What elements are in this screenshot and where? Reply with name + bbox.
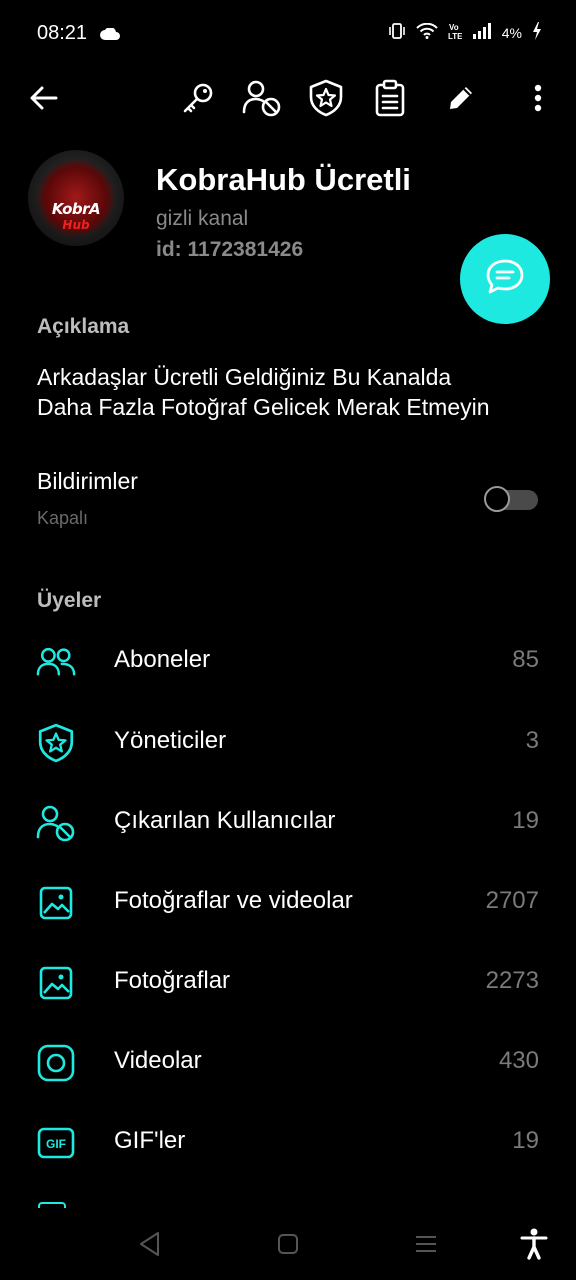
- back-triangle-icon[interactable]: [134, 1228, 166, 1260]
- list-item-count: 2707: [485, 887, 539, 914]
- battery-charging-icon: [532, 22, 542, 43]
- toggle-knob: [484, 486, 510, 512]
- list-item-label: Çıkarılan Kullanıcılar: [114, 807, 336, 834]
- chat-fab-button[interactable]: [460, 234, 550, 324]
- status-right-group: Vo LTE 4%: [388, 22, 542, 43]
- status-time: 08:21: [37, 22, 88, 44]
- image-icon: [36, 883, 76, 923]
- user-block-icon[interactable]: [242, 78, 282, 118]
- list-item-gifs[interactable]: GIF GIF'ler 19: [0, 1101, 576, 1181]
- cloud-icon: [100, 27, 120, 45]
- members-header: Üyeler: [37, 589, 102, 612]
- list-item-admins[interactable]: Yöneticiler 3: [0, 701, 576, 781]
- description-line-1: Arkadaşlar Ücretli Geldiğiniz Bu Kanalda: [37, 364, 452, 390]
- list-item-count: 3: [525, 727, 539, 754]
- list-item-count: 430: [498, 1047, 539, 1074]
- status-bar: 08:21 Vo LTE 4%: [0, 0, 576, 70]
- list-item-photos-videos[interactable]: Fotoğraflar ve videolar 2707: [0, 861, 576, 941]
- list-item-count: 2273: [485, 967, 539, 994]
- users-icon: [36, 642, 76, 682]
- shield-star-icon[interactable]: [306, 78, 346, 118]
- list-item-videos[interactable]: Videolar 430: [0, 1021, 576, 1101]
- list-item-label: Aboneler: [114, 646, 211, 673]
- vibrate-icon: [388, 22, 406, 43]
- description-line-2: Daha Fazla Fotoğraf Gelicek Merak Etmeyi…: [37, 394, 490, 420]
- list-item-subscribers[interactable]: Aboneler 85: [0, 620, 576, 700]
- notifications-label[interactable]: Bildirimler: [37, 468, 138, 495]
- signal-icon: [472, 23, 492, 42]
- pencil-icon[interactable]: [441, 78, 481, 118]
- more-vertical-icon[interactable]: [518, 78, 558, 118]
- recents-menu-icon[interactable]: [410, 1228, 442, 1260]
- list-item-photos[interactable]: Fotoğraflar 2273: [0, 941, 576, 1021]
- list-item-removed-users[interactable]: Çıkarılan Kullanıcılar 19: [0, 781, 576, 861]
- channel-name: KobraHub Ücretli: [156, 162, 411, 197]
- chat-icon: [485, 258, 525, 301]
- shield-star-icon: [36, 723, 76, 763]
- avatar-logo-text: KobrA: [51, 200, 101, 218]
- wifi-icon: [416, 22, 438, 42]
- user-block-icon: [36, 803, 76, 843]
- notifications-status: Kapalı: [37, 508, 89, 528]
- video-circle-icon: [36, 1043, 76, 1083]
- list-item-label: Fotoğraflar: [114, 967, 231, 994]
- list-item-label: GIF'ler: [114, 1127, 186, 1154]
- volte-icon: Vo LTE: [448, 22, 463, 43]
- clipboard-icon[interactable]: [370, 78, 410, 118]
- home-square-icon[interactable]: [272, 1228, 304, 1260]
- channel-avatar[interactable]: KobrA Hub: [28, 150, 124, 246]
- list-item-label: Fotoğraflar ve videolar: [114, 887, 353, 914]
- top-toolbar: [0, 70, 576, 124]
- key-icon[interactable]: [178, 78, 218, 118]
- list-item-count: 85: [512, 646, 539, 673]
- list-item-count: 19: [512, 807, 539, 834]
- image-icon: [36, 963, 76, 1003]
- svg-text:Vo: Vo: [449, 23, 459, 32]
- accessibility-icon[interactable]: [518, 1228, 550, 1260]
- channel-id: id: 1172381426: [156, 238, 304, 261]
- list-item-label: Yöneticiler: [114, 727, 227, 754]
- channel-type: gizli kanal: [156, 207, 249, 230]
- list-item-label: Videolar: [114, 1047, 202, 1074]
- svg-text:LTE: LTE: [448, 32, 462, 40]
- system-nav-bar: [0, 1208, 576, 1280]
- notifications-toggle[interactable]: [484, 486, 538, 512]
- description-text: Arkadaşlar Ücretli Geldiğiniz Bu Kanalda…: [37, 362, 557, 422]
- gif-icon: GIF: [36, 1123, 76, 1163]
- battery-percent: 4%: [501, 24, 522, 41]
- list-item-count: 19: [512, 1127, 539, 1154]
- description-header: Açıklama: [37, 315, 130, 338]
- back-arrow-icon[interactable]: [24, 78, 64, 118]
- avatar-logo-subtext: Hub: [62, 218, 90, 232]
- svg-text:GIF: GIF: [46, 1137, 66, 1151]
